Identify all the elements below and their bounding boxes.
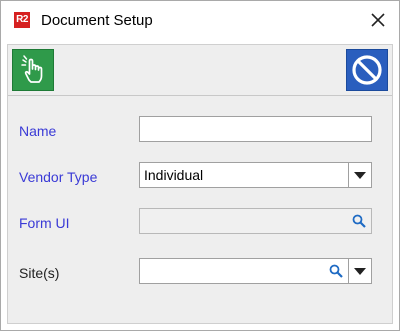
toolbar	[8, 45, 392, 96]
sites-dropdown-button[interactable]	[348, 258, 372, 284]
hand-pointer-icon	[21, 55, 43, 83]
chevron-down-icon	[354, 268, 366, 275]
form-ui-label: Form UI	[19, 215, 70, 231]
search-icon[interactable]	[329, 264, 343, 278]
document-setup-dialog: R2 Document Setup Name Vendor Type Indiv…	[0, 0, 400, 331]
window-title: Document Setup	[41, 12, 153, 29]
vendor-type-select[interactable]: Individual	[139, 162, 372, 188]
app-logo: R2	[14, 12, 30, 28]
vendor-type-value: Individual	[144, 167, 204, 183]
vendor-type-label: Vendor Type	[19, 169, 98, 185]
name-label: Name	[19, 123, 57, 139]
name-field[interactable]	[139, 116, 372, 142]
title-bar: R2 Document Setup	[1, 1, 399, 39]
form-ui-field[interactable]	[139, 208, 372, 234]
dialog-content: Name Vendor Type Individual Form UI Site…	[7, 44, 393, 324]
name-input[interactable]	[140, 117, 371, 141]
vendor-type-dropdown-button[interactable]	[348, 162, 372, 188]
ok-button[interactable]	[12, 49, 54, 91]
close-button[interactable]	[367, 9, 389, 31]
cancel-button[interactable]	[346, 49, 388, 91]
search-icon[interactable]	[352, 214, 366, 228]
sites-field[interactable]	[139, 258, 372, 284]
sites-label: Site(s)	[19, 265, 60, 281]
close-icon	[371, 13, 385, 27]
prohibited-icon	[352, 55, 382, 85]
chevron-down-icon	[354, 172, 366, 179]
